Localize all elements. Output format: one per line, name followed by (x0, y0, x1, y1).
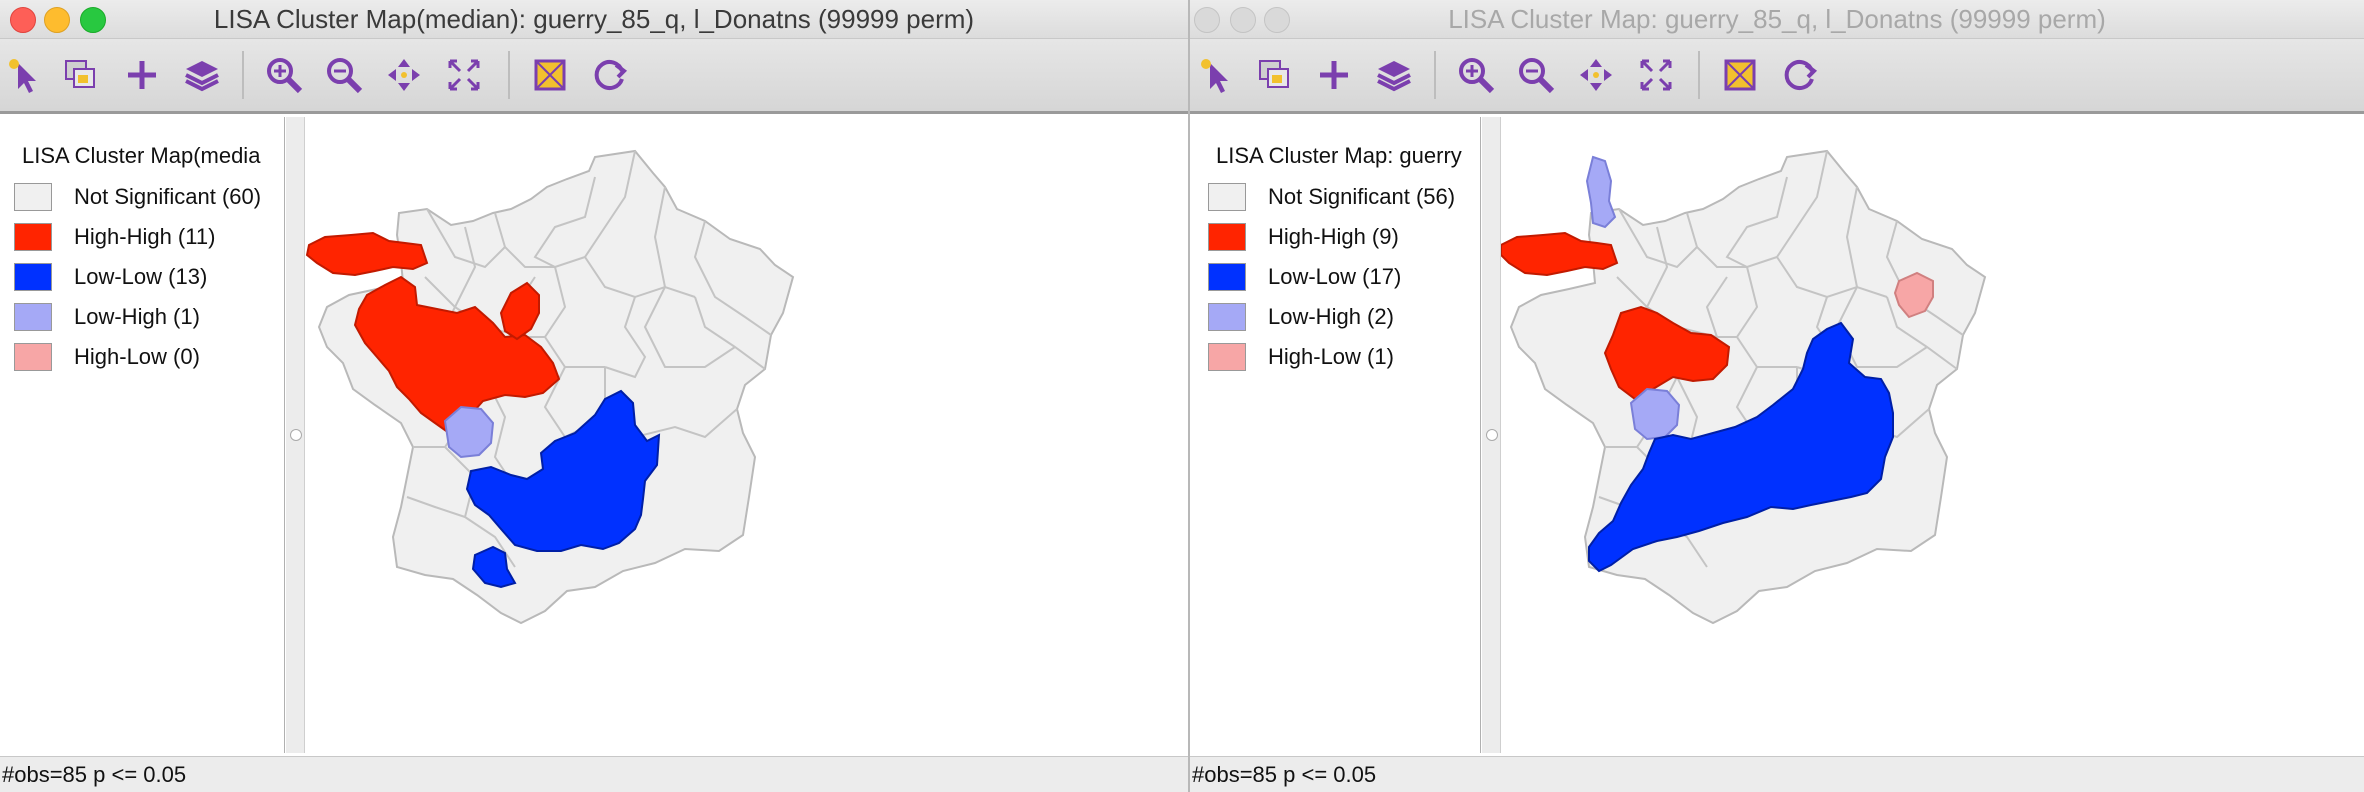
legend-swatch (14, 183, 52, 211)
layers-icon[interactable] (1372, 53, 1416, 97)
map-region-low-high[interactable] (1629, 387, 1681, 441)
window-cluster-map: LISA Cluster Map: guerry_85_q, l_Donatns… (1190, 0, 2364, 792)
add-icon[interactable] (1312, 53, 1356, 97)
map-canvas[interactable] (1500, 117, 2364, 753)
legend-swatch (1208, 263, 1246, 291)
legend-label: Low-Low (17) (1268, 264, 1402, 289)
zoom-out-icon[interactable] (322, 53, 366, 97)
title-bar: LISA Cluster Map: guerry_85_q, l_Donatns… (1190, 0, 2364, 39)
legend-title: LISA Cluster Map(media (22, 143, 261, 168)
split-divider[interactable] (286, 117, 305, 753)
france-cluster-map[interactable] (305, 117, 1188, 753)
refresh-icon[interactable] (588, 53, 632, 97)
divider-handle[interactable] (290, 429, 302, 441)
status-bar: #obs=85 p <= 0.05 (0, 756, 1188, 792)
toolbar-separator (1698, 51, 1700, 99)
legend-label: High-Low (1) (1268, 344, 1394, 369)
layers-icon[interactable] (180, 53, 224, 97)
legend-label: High-High (11) (74, 224, 216, 249)
refresh-icon[interactable] (1778, 53, 1822, 97)
toolbar-separator (1434, 51, 1436, 99)
legend-swatch (14, 343, 52, 371)
window-title: LISA Cluster Map(median): guerry_85_q, l… (213, 4, 975, 34)
split-divider[interactable] (1482, 117, 1501, 753)
legend-label: Low-Low (13) (74, 264, 208, 289)
legend-swatch (1208, 303, 1246, 331)
legend-label: High-Low (0) (74, 344, 200, 369)
legend-swatch (1208, 343, 1246, 371)
select-pointer-icon[interactable] (2, 53, 46, 97)
legend-swatch (14, 303, 52, 331)
map-legend: LISA Cluster Map(media Not Significant (… (0, 117, 285, 753)
zoom-in-icon[interactable] (262, 53, 306, 97)
legend-swatch (14, 223, 52, 251)
copy-image-icon[interactable] (1252, 53, 1296, 97)
legend-label: Not Significant (56) (1268, 184, 1456, 209)
toolbar-separator (242, 51, 244, 99)
copy-image-icon[interactable] (58, 53, 102, 97)
legend-swatch (1208, 223, 1246, 251)
selection-mode-icon[interactable] (528, 53, 572, 97)
pan-icon[interactable] (382, 53, 426, 97)
zoom-out-icon[interactable] (1514, 53, 1558, 97)
legend-label: High-High (9) (1268, 224, 1399, 249)
window-title: LISA Cluster Map: guerry_85_q, l_Donatns… (1448, 4, 2106, 34)
select-pointer-icon[interactable] (1194, 53, 1238, 97)
legend-title: LISA Cluster Map: guerry (1216, 143, 1462, 168)
status-text: #obs=85 p <= 0.05 (1192, 762, 1377, 787)
title-bar: LISA Cluster Map(median): guerry_85_q, l… (0, 0, 1188, 39)
zoom-in-icon[interactable] (1454, 53, 1498, 97)
fit-extent-icon[interactable] (442, 53, 486, 97)
status-text: #obs=85 p <= 0.05 (2, 762, 187, 787)
legend-label: Low-High (1) (74, 304, 200, 329)
legend-label: Low-High (2) (1268, 304, 1394, 329)
divider-handle[interactable] (1486, 429, 1498, 441)
toolbar-separator (508, 51, 510, 99)
toolbar (0, 39, 1188, 114)
legend-swatch (1208, 183, 1246, 211)
legend-swatch (14, 263, 52, 291)
map-legend: LISA Cluster Map: guerry Not Significant… (1190, 117, 1481, 753)
toolbar (1190, 39, 2364, 114)
france-cluster-map[interactable] (1500, 117, 2364, 753)
add-icon[interactable] (120, 53, 164, 97)
fit-extent-icon[interactable] (1634, 53, 1678, 97)
map-canvas[interactable] (305, 117, 1188, 753)
status-bar: #obs=85 p <= 0.05 (1190, 756, 2364, 792)
selection-mode-icon[interactable] (1718, 53, 1762, 97)
map-region-low-high[interactable] (443, 405, 495, 459)
pan-icon[interactable] (1574, 53, 1618, 97)
window-median: LISA Cluster Map(median): guerry_85_q, l… (0, 0, 1190, 792)
legend-label: Not Significant (60) (74, 184, 262, 209)
